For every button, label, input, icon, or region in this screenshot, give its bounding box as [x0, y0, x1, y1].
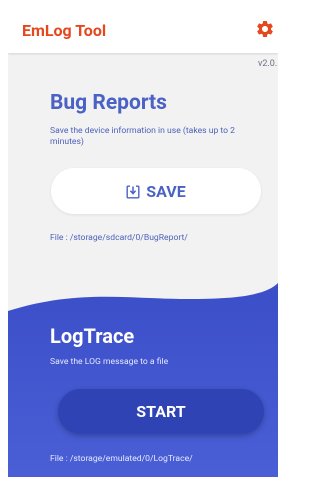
gear-icon[interactable] [255, 19, 275, 39]
app-bar: EmLog Tool [8, 8, 278, 53]
start-button[interactable]: START [58, 389, 264, 434]
log-trace-title: LogTrace [50, 324, 135, 348]
download-icon [126, 184, 140, 199]
start-button-label: START [136, 402, 186, 421]
app-title: EmLog Tool [22, 21, 107, 40]
bug-reports-title: Bug Reports [50, 91, 167, 115]
log-trace-description: Save the LOG message to a file [50, 357, 169, 367]
log-trace-file-path: File : /storage/emulated/0/LogTrace/ [50, 454, 193, 464]
bug-reports-description: Save the device information in use (take… [50, 126, 235, 147]
bug-report-file-path: File : /storage/sdcard/0/BugReport/ [50, 233, 188, 243]
version-label: v2.0. [258, 59, 278, 69]
log-trace-panel [8, 283, 278, 477]
save-button-label: SAVE [146, 181, 186, 201]
save-button[interactable]: SAVE [51, 168, 261, 214]
app-screen: EmLog Tool v2.0. Bug Reports Save the de… [8, 8, 278, 477]
